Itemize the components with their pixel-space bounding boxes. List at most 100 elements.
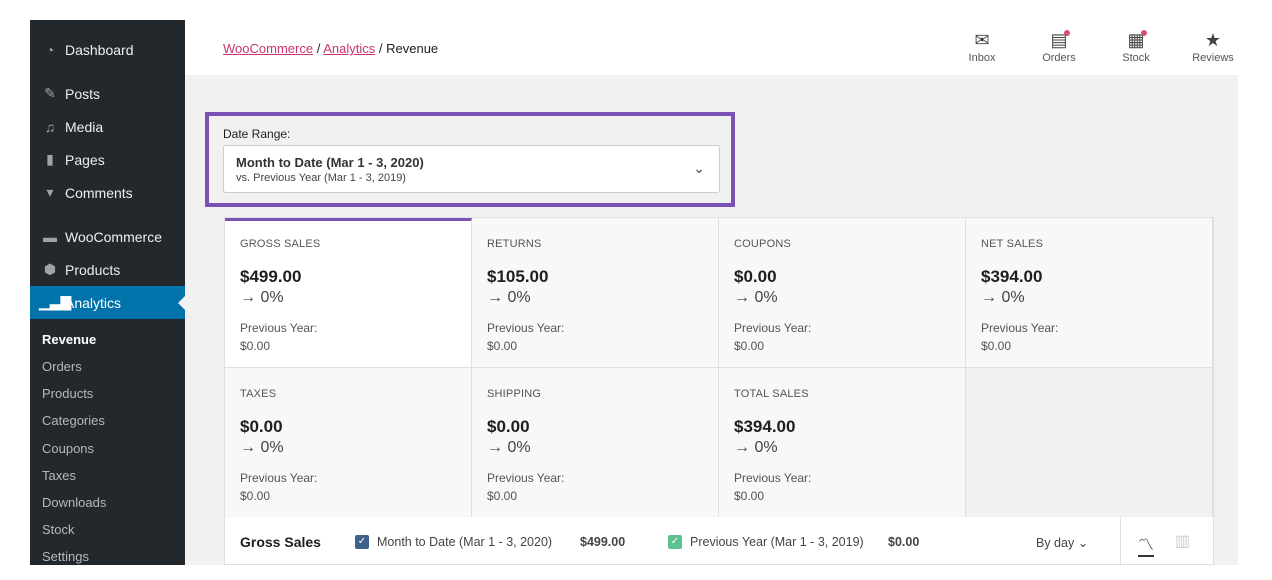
date-range-main: Month to Date (Mar 1 - 3, 2020)	[236, 155, 424, 170]
interval-select[interactable]: By day ⌄	[1036, 535, 1088, 550]
card-value: $394.00	[734, 417, 796, 436]
card-label: TAXES	[240, 388, 277, 400]
submenu-downloads[interactable]: Downloads	[42, 495, 106, 510]
menu-posts[interactable]: ✎ Posts	[30, 77, 185, 110]
bar-chart-icon[interactable]: ▥	[1175, 531, 1190, 551]
date-range-highlight: Date Range: Month to Date (Mar 1 - 3, 20…	[205, 112, 735, 207]
menu-woocommerce[interactable]: ▬ WooCommerce	[30, 220, 185, 253]
card-prev-label: Previous Year:	[487, 471, 565, 485]
chart-title: Gross Sales	[240, 534, 321, 550]
page-header: WooCommerce / Analytics / Revenue ✉ Inbox…	[185, 20, 1238, 75]
card-prev-value: $0.00	[487, 339, 518, 353]
card-prev-value: $0.00	[981, 339, 1012, 353]
card-prev-label: Previous Year:	[981, 321, 1059, 335]
summary-card-gross-sales[interactable]: GROSS SALES $499.00 → 0% Previous Year: $0.0…	[225, 218, 472, 368]
menu-comments[interactable]: ▾ Comments	[30, 176, 185, 209]
breadcrumb-separator: /	[378, 41, 383, 56]
card-delta: → 0%	[240, 289, 284, 306]
card-label: NET SALES	[981, 238, 1044, 250]
menu-label: Pages	[65, 151, 105, 168]
legend-label-current: Month to Date (Mar 1 - 3, 2020)	[377, 535, 553, 549]
card-prev-label: Previous Year:	[240, 471, 318, 485]
card-prev-value: $0.00	[734, 489, 765, 503]
card-prev-value: $0.00	[240, 489, 271, 503]
card-value: $0.00	[240, 417, 283, 436]
card-prev-label: Previous Year:	[734, 471, 812, 485]
card-prev-value: $0.00	[487, 489, 518, 503]
stock-button[interactable]: ▦ Stock	[1106, 30, 1166, 64]
legend-checkbox-previous[interactable]: ✓	[668, 535, 682, 549]
woo-icon: ▬	[43, 228, 57, 245]
menu-analytics[interactable]: ▁▃▇ Analytics	[30, 286, 185, 319]
menu-pages[interactable]: ▮ Pages	[30, 143, 185, 176]
divider	[1120, 517, 1121, 565]
star-icon: ★	[1204, 30, 1222, 50]
submenu-products[interactable]: Products	[42, 386, 93, 401]
empty-card	[966, 368, 1213, 518]
card-value: $105.00	[487, 267, 549, 286]
summary-card-total-sales[interactable]: TOTAL SALES $394.00 → 0% Previous Year: $0.0…	[719, 368, 966, 518]
orders-label: Orders	[1042, 52, 1076, 64]
card-label: RETURNS	[487, 238, 542, 250]
submenu-settings[interactable]: Settings	[42, 549, 89, 564]
stock-icon: ▦	[1106, 30, 1166, 52]
breadcrumb-current: Revenue	[386, 41, 439, 56]
card-delta: → 0%	[981, 289, 1025, 306]
card-delta: → 0%	[240, 439, 284, 456]
card-label: SHIPPING	[487, 388, 542, 400]
breadcrumb-separator: /	[316, 41, 321, 56]
admin-sidebar: ◔ Dashboard ✎ Posts ♫ Media ▮ Pages ▾ Comment…	[30, 20, 185, 565]
chevron-down-icon: ⌄	[693, 160, 705, 176]
card-prev-value: $0.00	[240, 339, 271, 353]
breadcrumb-woocommerce[interactable]: WooCommerce	[223, 41, 313, 56]
summary-card-shipping[interactable]: SHIPPING $0.00 → 0% Previous Year: $0.00	[472, 368, 719, 518]
stock-label: Stock	[1122, 52, 1150, 64]
summary-cards: GROSS SALES $499.00 → 0% Previous Year: $0.0…	[224, 217, 1214, 518]
card-delta: → 0%	[734, 439, 778, 456]
pin-icon: ✎	[44, 85, 56, 101]
menu-media[interactable]: ♫ Media	[30, 110, 185, 143]
reviews-label: Reviews	[1192, 52, 1234, 64]
card-prev-value: $0.00	[734, 339, 765, 353]
submenu-categories[interactable]: Categories	[42, 413, 105, 428]
card-prev-label: Previous Year:	[734, 321, 812, 335]
summary-card-coupons[interactable]: COUPONS $0.00 → 0% Previous Year: $0.00	[719, 218, 966, 368]
legend-label-previous: Previous Year (Mar 1 - 3, 2019)	[690, 535, 864, 549]
orders-button[interactable]: ▤ Orders	[1029, 30, 1089, 64]
inbox-icon: ✉	[974, 30, 990, 50]
submenu-stock[interactable]: Stock	[42, 522, 75, 537]
date-range-label: Date Range:	[223, 127, 291, 141]
menu-label: WooCommerce	[65, 228, 162, 245]
date-range-compare: vs. Previous Year (Mar 1 - 3, 2019)	[236, 172, 406, 184]
submenu-taxes[interactable]: Taxes	[42, 468, 76, 483]
submenu-revenue[interactable]: Revenue	[42, 332, 96, 347]
menu-dashboard[interactable]: ◔ Dashboard	[30, 33, 185, 66]
summary-card-net-sales[interactable]: NET SALES $394.00 → 0% Previous Year: $0.00	[966, 218, 1213, 368]
submenu-orders[interactable]: Orders	[42, 359, 82, 374]
reviews-button[interactable]: ★ Reviews	[1183, 30, 1238, 64]
card-label: COUPONS	[734, 238, 792, 250]
card-label: GROSS SALES	[240, 238, 321, 250]
card-delta: → 0%	[487, 439, 531, 456]
menu-label: Products	[65, 261, 121, 278]
legend-value-current: $499.00	[580, 535, 626, 549]
card-label: TOTAL SALES	[734, 388, 809, 400]
chevron-down-icon: ⌄	[1077, 536, 1089, 550]
card-delta: → 0%	[734, 289, 778, 306]
legend-checkbox-current[interactable]: ✓	[355, 535, 369, 549]
breadcrumb-analytics[interactable]: Analytics	[323, 41, 375, 56]
chart-header: Gross Sales ✓ Month to Date (Mar 1 - 3, …	[224, 517, 1214, 565]
menu-products[interactable]: ⬢ Products	[30, 253, 185, 286]
card-prev-label: Previous Year:	[487, 321, 565, 335]
card-value: $394.00	[981, 267, 1043, 286]
summary-card-returns[interactable]: RETURNS $105.00 → 0% Previous Year: $0.00	[472, 218, 719, 368]
inbox-label: Inbox	[968, 52, 996, 64]
submenu-coupons[interactable]: Coupons	[42, 441, 94, 456]
summary-card-taxes[interactable]: TAXES $0.00 → 0% Previous Year: $0.00	[225, 368, 472, 518]
line-chart-icon[interactable]: 〽	[1138, 531, 1155, 557]
inbox-button[interactable]: ✉ Inbox	[952, 30, 1012, 64]
menu-label: Analytics	[65, 294, 122, 311]
date-range-dropdown[interactable]: Month to Date (Mar 1 - 3, 2020) vs. Prev…	[223, 145, 720, 193]
interval-value: By day	[1036, 536, 1075, 550]
pages-icon: ▮	[46, 151, 54, 167]
